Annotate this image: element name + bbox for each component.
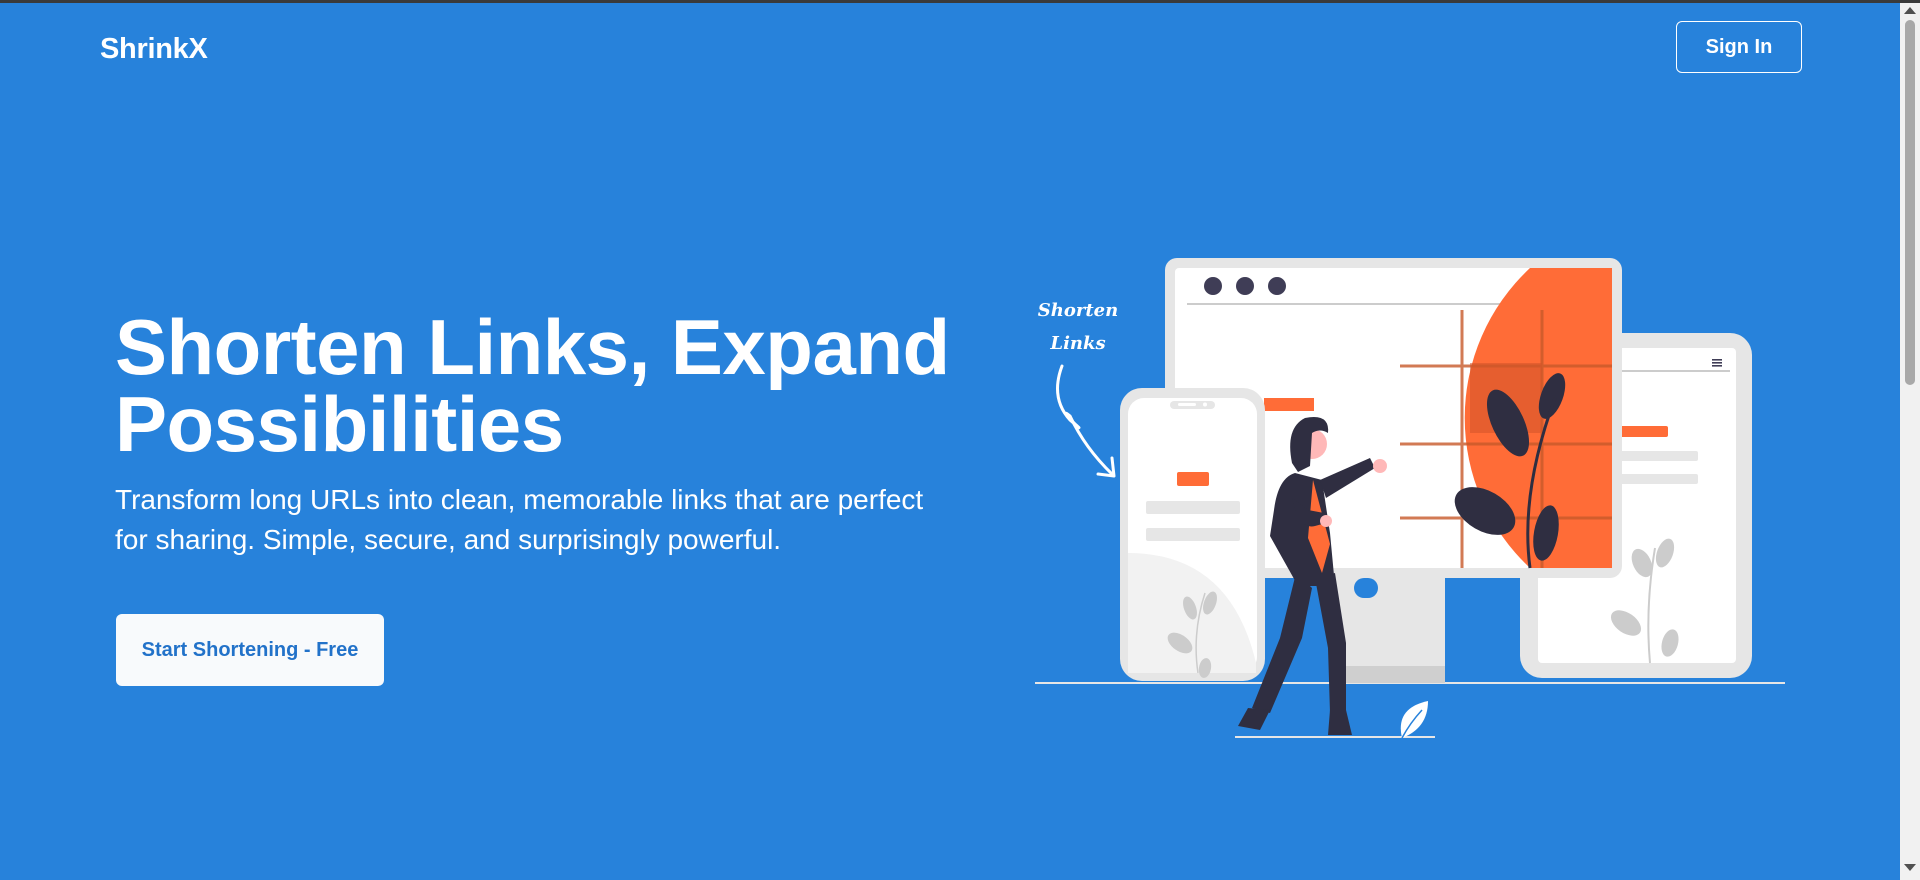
hero-title-line-2: Possibilities [115, 380, 564, 468]
sign-in-button[interactable]: Sign In [1676, 21, 1802, 73]
white-leaf [1400, 701, 1428, 739]
start-shortening-button[interactable]: Start Shortening - Free [116, 614, 384, 686]
scrollbar-thumb[interactable] [1905, 20, 1915, 385]
brand-logo[interactable]: ShrinkX [100, 33, 208, 66]
handwritten-note: Shorten Links [1038, 300, 1118, 478]
hero-title-line-1: Shorten Links, Expand [115, 303, 950, 391]
hero-subtitle-line-2: for sharing. Simple, secure, and surpris… [115, 524, 782, 555]
devices-illustration: Shorten Links [1035, 258, 1785, 739]
note-line-2: Links [1049, 333, 1105, 354]
scroll-down-icon[interactable] [1904, 864, 1916, 871]
note-line-1: Shorten [1038, 300, 1118, 321]
landing-page: ShrinkX Sign In Shorten Links, Expand Po… [0, 3, 1900, 880]
hero-title: Shorten Links, Expand Possibilities [115, 308, 975, 463]
curly-arrow [1056, 364, 1114, 476]
hero-subtitle: Transform long URLs into clean, memorabl… [115, 480, 945, 560]
phone-device [1120, 388, 1265, 681]
scroll-up-icon[interactable] [1904, 7, 1916, 14]
hero-subtitle-line-1: Transform long URLs into clean, memorabl… [115, 484, 924, 515]
